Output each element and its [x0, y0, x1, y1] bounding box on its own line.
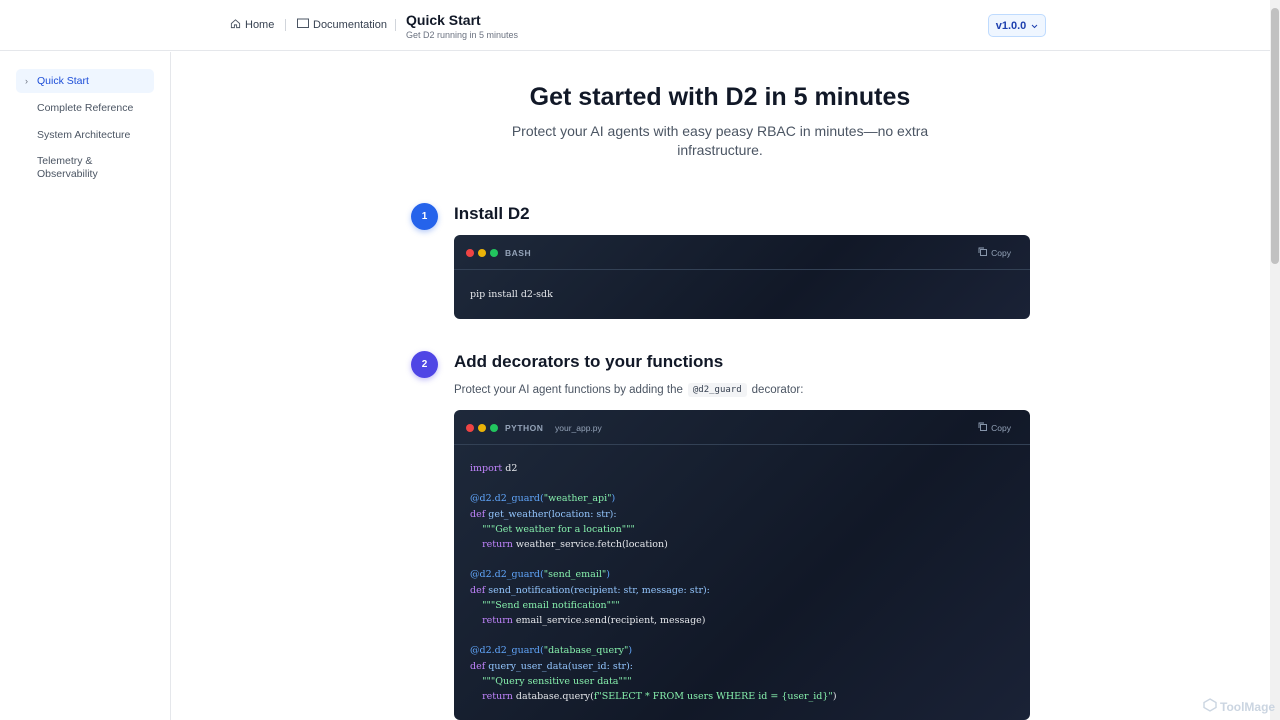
sidebar-item-label: Telemetry & Observability	[37, 155, 98, 180]
copy-icon	[978, 422, 988, 433]
code-block: BASH Copy pip install d2-sdk	[454, 235, 1030, 319]
window-dot-red	[466, 424, 474, 432]
code-block: PYTHON your_app.py Copy import d2 @d2.d2…	[454, 410, 1030, 720]
top-header: Home Documentation Quick Start Get D2 ru…	[0, 0, 1270, 51]
sidebar	[0, 52, 171, 720]
documentation-link[interactable]: Documentation	[297, 18, 387, 32]
copy-button[interactable]: Copy	[978, 247, 1011, 258]
code-header: PYTHON your_app.py Copy	[454, 410, 1030, 445]
code-content: import d2 @d2.d2_guard("weather_api") de…	[470, 463, 837, 703]
step-number-badge: 1	[411, 203, 438, 230]
code-content: pip install d2-sdk	[470, 289, 553, 300]
step-title: Install D2	[454, 204, 530, 223]
window-dot-yellow	[478, 424, 486, 432]
copy-button[interactable]: Copy	[978, 422, 1011, 433]
code-filename: your_app.py	[555, 423, 602, 433]
copy-label: Copy	[991, 247, 1011, 258]
code-language: PYTHON	[505, 423, 544, 433]
version-selector[interactable]: v1.0.0	[988, 14, 1046, 37]
watermark-text: ToolMage	[1220, 699, 1276, 714]
step-number-badge: 2	[411, 351, 438, 378]
nav-divider	[285, 19, 286, 31]
copy-label: Copy	[991, 422, 1011, 433]
sidebar-item-label: System Architecture	[37, 129, 131, 141]
window-dot-red	[466, 249, 474, 257]
documentation-label: Documentation	[313, 19, 387, 31]
step-title: Add decorators to your functions	[454, 352, 724, 371]
nav-divider	[395, 19, 396, 31]
code-header: BASH Copy	[454, 235, 1030, 270]
page-title: Quick Start	[406, 12, 481, 28]
sidebar-item-telemetry[interactable]: Telemetry & Observability	[16, 155, 126, 181]
step-description: Protect your AI agent functions by addin…	[454, 383, 803, 397]
page-subtitle: Get D2 running in 5 minutes	[406, 30, 519, 40]
home-label: Home	[245, 19, 275, 31]
inline-code: @d2_guard	[687, 383, 747, 397]
scrollbar-thumb[interactable]	[1271, 8, 1279, 264]
home-icon	[230, 18, 241, 32]
window-dot-green	[490, 424, 498, 432]
chevron-down-icon	[1031, 20, 1038, 32]
hero-title: Get started with D2 in 5 minutes	[529, 83, 911, 111]
book-icon	[297, 18, 309, 32]
step-description-text: decorator:	[751, 384, 804, 396]
step-description-text: Protect your AI agent functions by addin…	[454, 384, 683, 396]
window-dot-green	[490, 249, 498, 257]
copy-icon	[978, 247, 988, 258]
watermark: ToolMage	[1203, 698, 1275, 715]
home-link[interactable]: Home	[230, 18, 274, 32]
sidebar-item-system-architecture[interactable]: System Architecture	[16, 129, 154, 142]
hero-subtitle: Protect your AI agents with easy peasy R…	[511, 123, 929, 158]
window-dot-yellow	[478, 249, 486, 257]
code-language: BASH	[505, 248, 532, 258]
version-label: v1.0.0	[995, 19, 1027, 32]
logo-icon	[1203, 698, 1217, 715]
